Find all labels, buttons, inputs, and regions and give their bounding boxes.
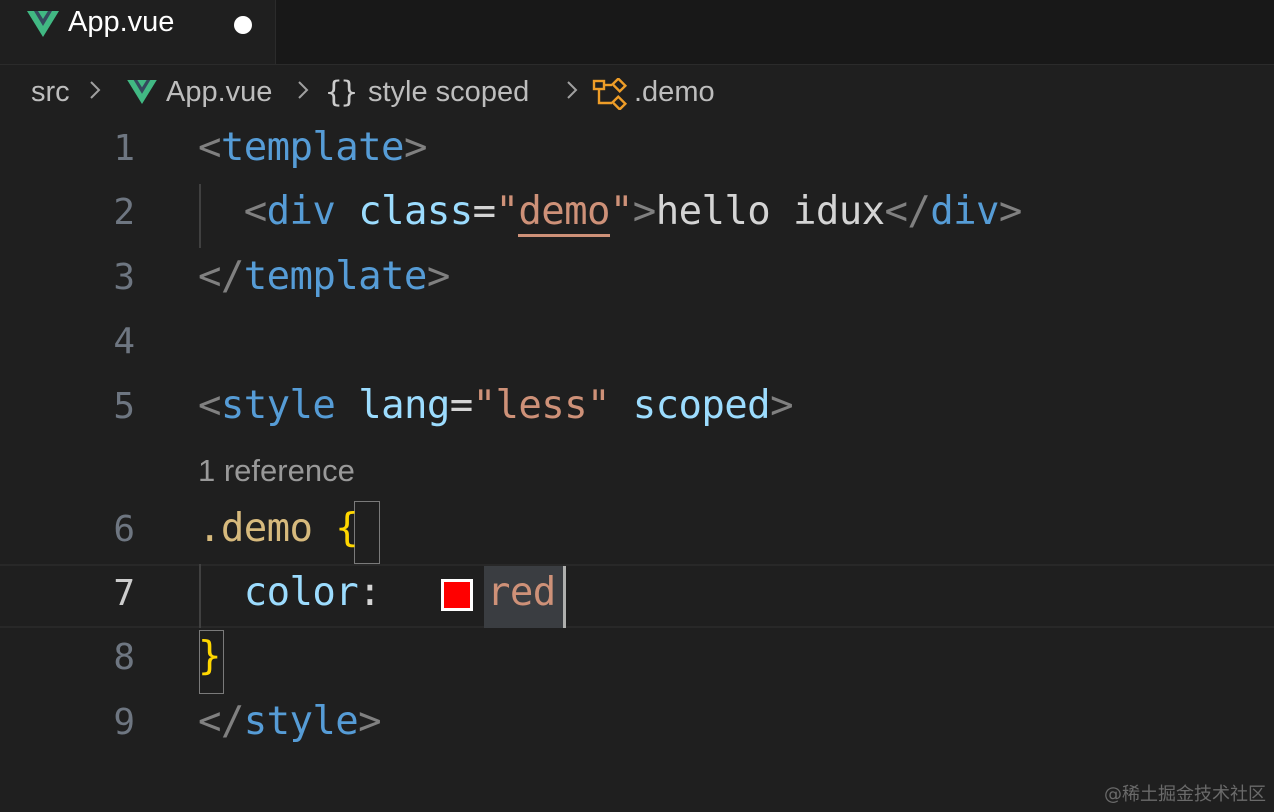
braces-icon: {} — [325, 75, 358, 109]
token-attribute: scoped — [632, 383, 771, 428]
token-colon: : — [358, 570, 382, 615]
token-value: red — [487, 570, 556, 615]
vue-icon — [127, 80, 157, 104]
symbol-structure-icon — [592, 78, 628, 110]
line-number: 2 — [113, 192, 135, 233]
code-line-7: color: — [198, 570, 382, 615]
unsaved-dot-icon[interactable] — [234, 16, 252, 34]
code-line-7-value: red — [487, 570, 556, 615]
token-string: demo — [518, 189, 611, 237]
token-punctuation: > — [426, 254, 450, 299]
chevron-right-icon — [567, 81, 578, 99]
token-string-quote: " — [495, 189, 519, 234]
line-number: 3 — [113, 257, 135, 298]
color-swatch-icon[interactable] — [441, 579, 473, 611]
line-number: 9 — [113, 702, 135, 743]
token-punctuation: < — [198, 125, 221, 170]
token-tag: template — [220, 125, 405, 170]
breadcrumb: src App.vue {} style scoped .demo — [0, 66, 1274, 120]
code-line-9: </style> — [198, 699, 382, 744]
breadcrumb-folder[interactable]: src — [31, 76, 70, 109]
chevron-right-icon — [298, 81, 309, 99]
codelens-references[interactable]: 1 reference — [198, 453, 355, 489]
code-line-8: } — [198, 634, 221, 679]
color-swatch-fill — [444, 582, 470, 608]
token-tag: template — [243, 254, 428, 299]
code-line-3: </template> — [198, 254, 450, 299]
code-line-1: <template> — [198, 125, 427, 170]
token-selector: .demo — [198, 506, 313, 551]
code-editor[interactable]: 1 2 3 4 5 6 7 8 9 <template> <div class=… — [0, 120, 1274, 812]
watermark: @稀土掘金技术社区 — [1104, 784, 1266, 805]
code-line-5: <style lang="less" scoped> — [198, 383, 794, 428]
line-number: 1 — [113, 128, 135, 169]
tab-app-vue[interactable]: App.vue — [0, 0, 276, 64]
token-punctuation: </ — [198, 254, 244, 299]
code-line-2: <div class="demo">hello idux</div> — [198, 189, 1022, 237]
token-string-quote: " — [609, 189, 633, 234]
token-punctuation: </ — [884, 189, 931, 234]
token-string: "less" — [472, 383, 611, 428]
token-tag: div — [930, 189, 999, 234]
token-punctuation: < — [198, 383, 221, 428]
breadcrumb-file[interactable]: App.vue — [166, 76, 272, 109]
line-number: 5 — [113, 386, 135, 427]
token-attribute: lang — [358, 383, 450, 428]
token-text: hello idux — [655, 189, 885, 234]
token-punctuation: > — [403, 125, 427, 170]
token-bracket: { — [335, 506, 359, 551]
token-punctuation: > — [998, 189, 1022, 234]
token-punctuation: > — [770, 383, 793, 428]
token-tag: style — [243, 699, 359, 744]
line-number: 4 — [113, 321, 135, 362]
line-number-active: 7 — [113, 573, 135, 614]
vue-icon — [27, 11, 59, 37]
token-punctuation: > — [632, 189, 656, 234]
token-property: color — [243, 570, 359, 615]
text-cursor — [563, 566, 566, 628]
token-punctuation: > — [358, 699, 382, 744]
breadcrumb-selector[interactable]: .demo — [634, 76, 715, 109]
chevron-right-icon — [90, 81, 101, 99]
tab-bar: App.vue — [0, 0, 1274, 65]
current-line-highlight — [0, 564, 1274, 628]
token-attribute: class — [358, 189, 473, 234]
token-bracket: } — [198, 634, 221, 679]
tab-title: App.vue — [68, 6, 175, 38]
code-line-6: .demo { — [198, 506, 359, 551]
token-operator: = — [472, 189, 496, 234]
token-punctuation: < — [243, 189, 267, 234]
token-operator: = — [449, 383, 473, 428]
breadcrumb-symbol[interactable]: style scoped — [368, 76, 529, 109]
line-number: 6 — [113, 509, 135, 550]
token-punctuation: </ — [198, 699, 244, 744]
line-number: 8 — [113, 637, 135, 678]
token-tag: style — [220, 383, 336, 428]
editor-window: App.vue src App.vue {} style scoped .dem… — [0, 0, 1274, 812]
token-tag: div — [266, 189, 336, 234]
